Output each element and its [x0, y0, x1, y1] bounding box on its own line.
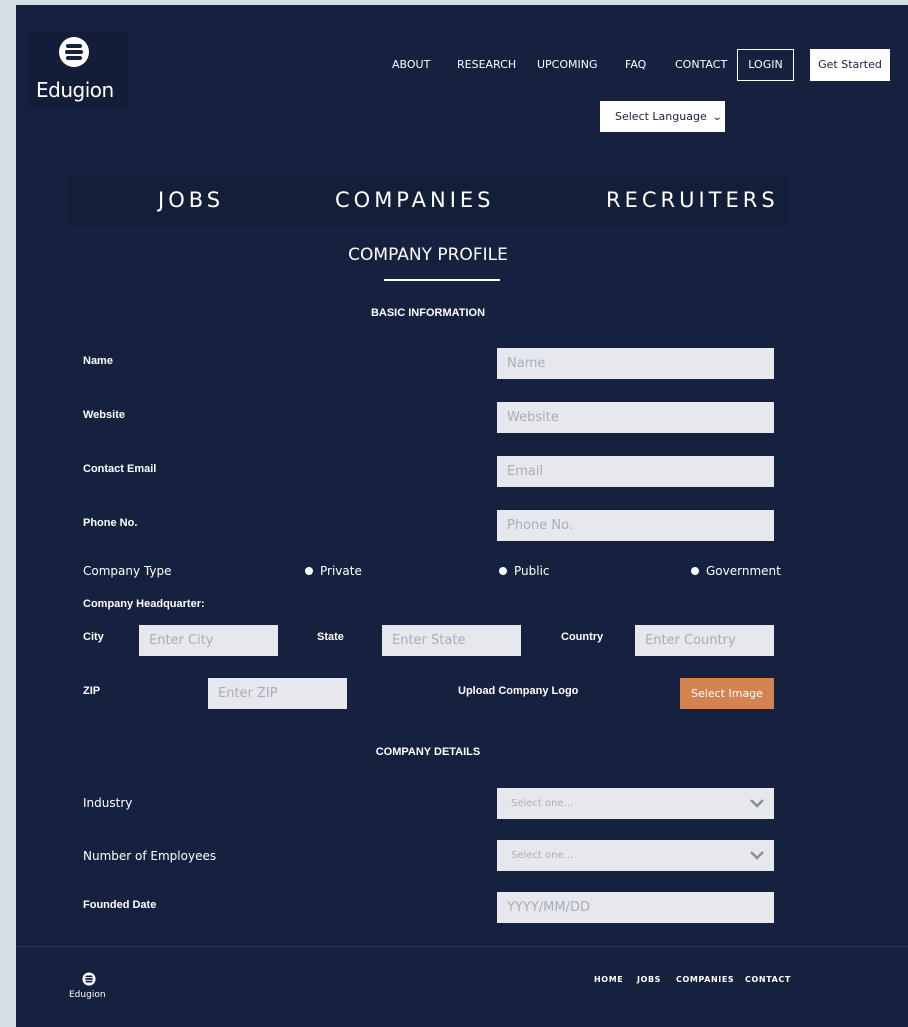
upload-logo-label: Upload Company Logo	[458, 685, 579, 697]
stacked-books-icon	[82, 972, 96, 986]
brand-logo[interactable]: Edugion	[28, 32, 128, 106]
phone-label: Phone No.	[83, 517, 138, 529]
nav-faq[interactable]: FAQ	[625, 58, 646, 71]
industry-label: Industry	[83, 796, 133, 810]
footer-link-companies[interactable]: COMPANIES	[676, 975, 734, 984]
radio-public-label: Public	[514, 564, 550, 578]
title-divider	[384, 279, 500, 281]
chevron-down-icon	[750, 799, 764, 808]
name-input[interactable]	[497, 348, 774, 379]
stacked-books-icon	[59, 37, 89, 67]
name-label: Name	[83, 355, 113, 367]
language-label: Select Language	[615, 110, 707, 123]
state-label: State	[317, 631, 344, 643]
footer-link-jobs[interactable]: JOBS	[637, 975, 661, 984]
radio-public[interactable]: Public	[499, 564, 550, 578]
chevron-down-icon	[750, 851, 764, 860]
company-details-heading: COMPANY DETAILS	[375, 746, 481, 758]
basic-info-heading: BASIC INFORMATION	[370, 307, 486, 319]
industry-select-value: Select one...	[511, 798, 574, 809]
employees-select-value: Select one...	[511, 850, 574, 861]
tab-jobs[interactable]: JOBS	[158, 188, 224, 212]
tab-recruiters[interactable]: RECRUITERS	[606, 188, 779, 212]
radio-private[interactable]: Private	[305, 564, 362, 578]
login-button[interactable]: LOGIN	[737, 49, 794, 81]
industry-select[interactable]: Select one...	[497, 788, 774, 819]
tab-companies[interactable]: COMPANIES	[335, 188, 495, 212]
radio-dot	[499, 567, 507, 575]
nav-about[interactable]: ABOUT	[392, 58, 430, 71]
founded-date-label: Founded Date	[83, 899, 157, 911]
email-input[interactable]	[497, 456, 774, 487]
country-input[interactable]	[635, 625, 774, 656]
city-label: City	[83, 631, 104, 643]
header: Edugion ABOUT RESEARCH UPCOMING FAQ CONT…	[16, 5, 908, 175]
website-label: Website	[83, 409, 125, 421]
employees-select[interactable]: Select one...	[497, 840, 774, 871]
employees-label: Number of Employees	[83, 849, 217, 863]
footer-link-home[interactable]: HOME	[594, 975, 623, 984]
radio-private-label: Private	[320, 564, 362, 578]
footer-logo[interactable]: Edugion	[68, 970, 118, 1010]
brand-name: Edugion	[36, 78, 114, 102]
chevron-down-icon: ⌄	[711, 112, 723, 123]
radio-government[interactable]: Government	[691, 564, 781, 578]
state-input[interactable]	[382, 625, 521, 656]
page-title: COMPANY PROFILE	[348, 245, 508, 265]
footer-divider	[16, 946, 908, 947]
radio-dot	[305, 567, 313, 575]
select-image-button[interactable]: Select Image	[680, 678, 774, 709]
zip-label: ZIP	[83, 685, 101, 697]
footer-link-contact[interactable]: CONTACT	[745, 975, 791, 984]
headquarter-label: Company Headquarter:	[83, 598, 205, 610]
get-started-button[interactable]: Get Started	[810, 49, 890, 81]
city-input[interactable]	[139, 625, 278, 656]
website-input[interactable]	[497, 402, 774, 433]
page: Edugion ABOUT RESEARCH UPCOMING FAQ CONT…	[16, 5, 908, 1027]
nav-research[interactable]: RESEARCH	[457, 58, 516, 71]
phone-input[interactable]	[497, 510, 774, 541]
radio-government-label: Government	[706, 564, 781, 578]
language-select[interactable]: Select Language ⌄	[600, 101, 725, 132]
company-type-label: Company Type	[83, 564, 172, 578]
zip-input[interactable]	[208, 678, 347, 709]
email-label: Contact Email	[83, 463, 157, 475]
country-label: Country	[561, 631, 604, 643]
founded-date-input[interactable]	[497, 892, 774, 923]
nav-contact[interactable]: CONTACT	[675, 58, 727, 71]
radio-dot	[691, 567, 699, 575]
footer-brand-name: Edugion	[69, 990, 106, 1000]
nav-upcoming[interactable]: UPCOMING	[537, 58, 598, 71]
